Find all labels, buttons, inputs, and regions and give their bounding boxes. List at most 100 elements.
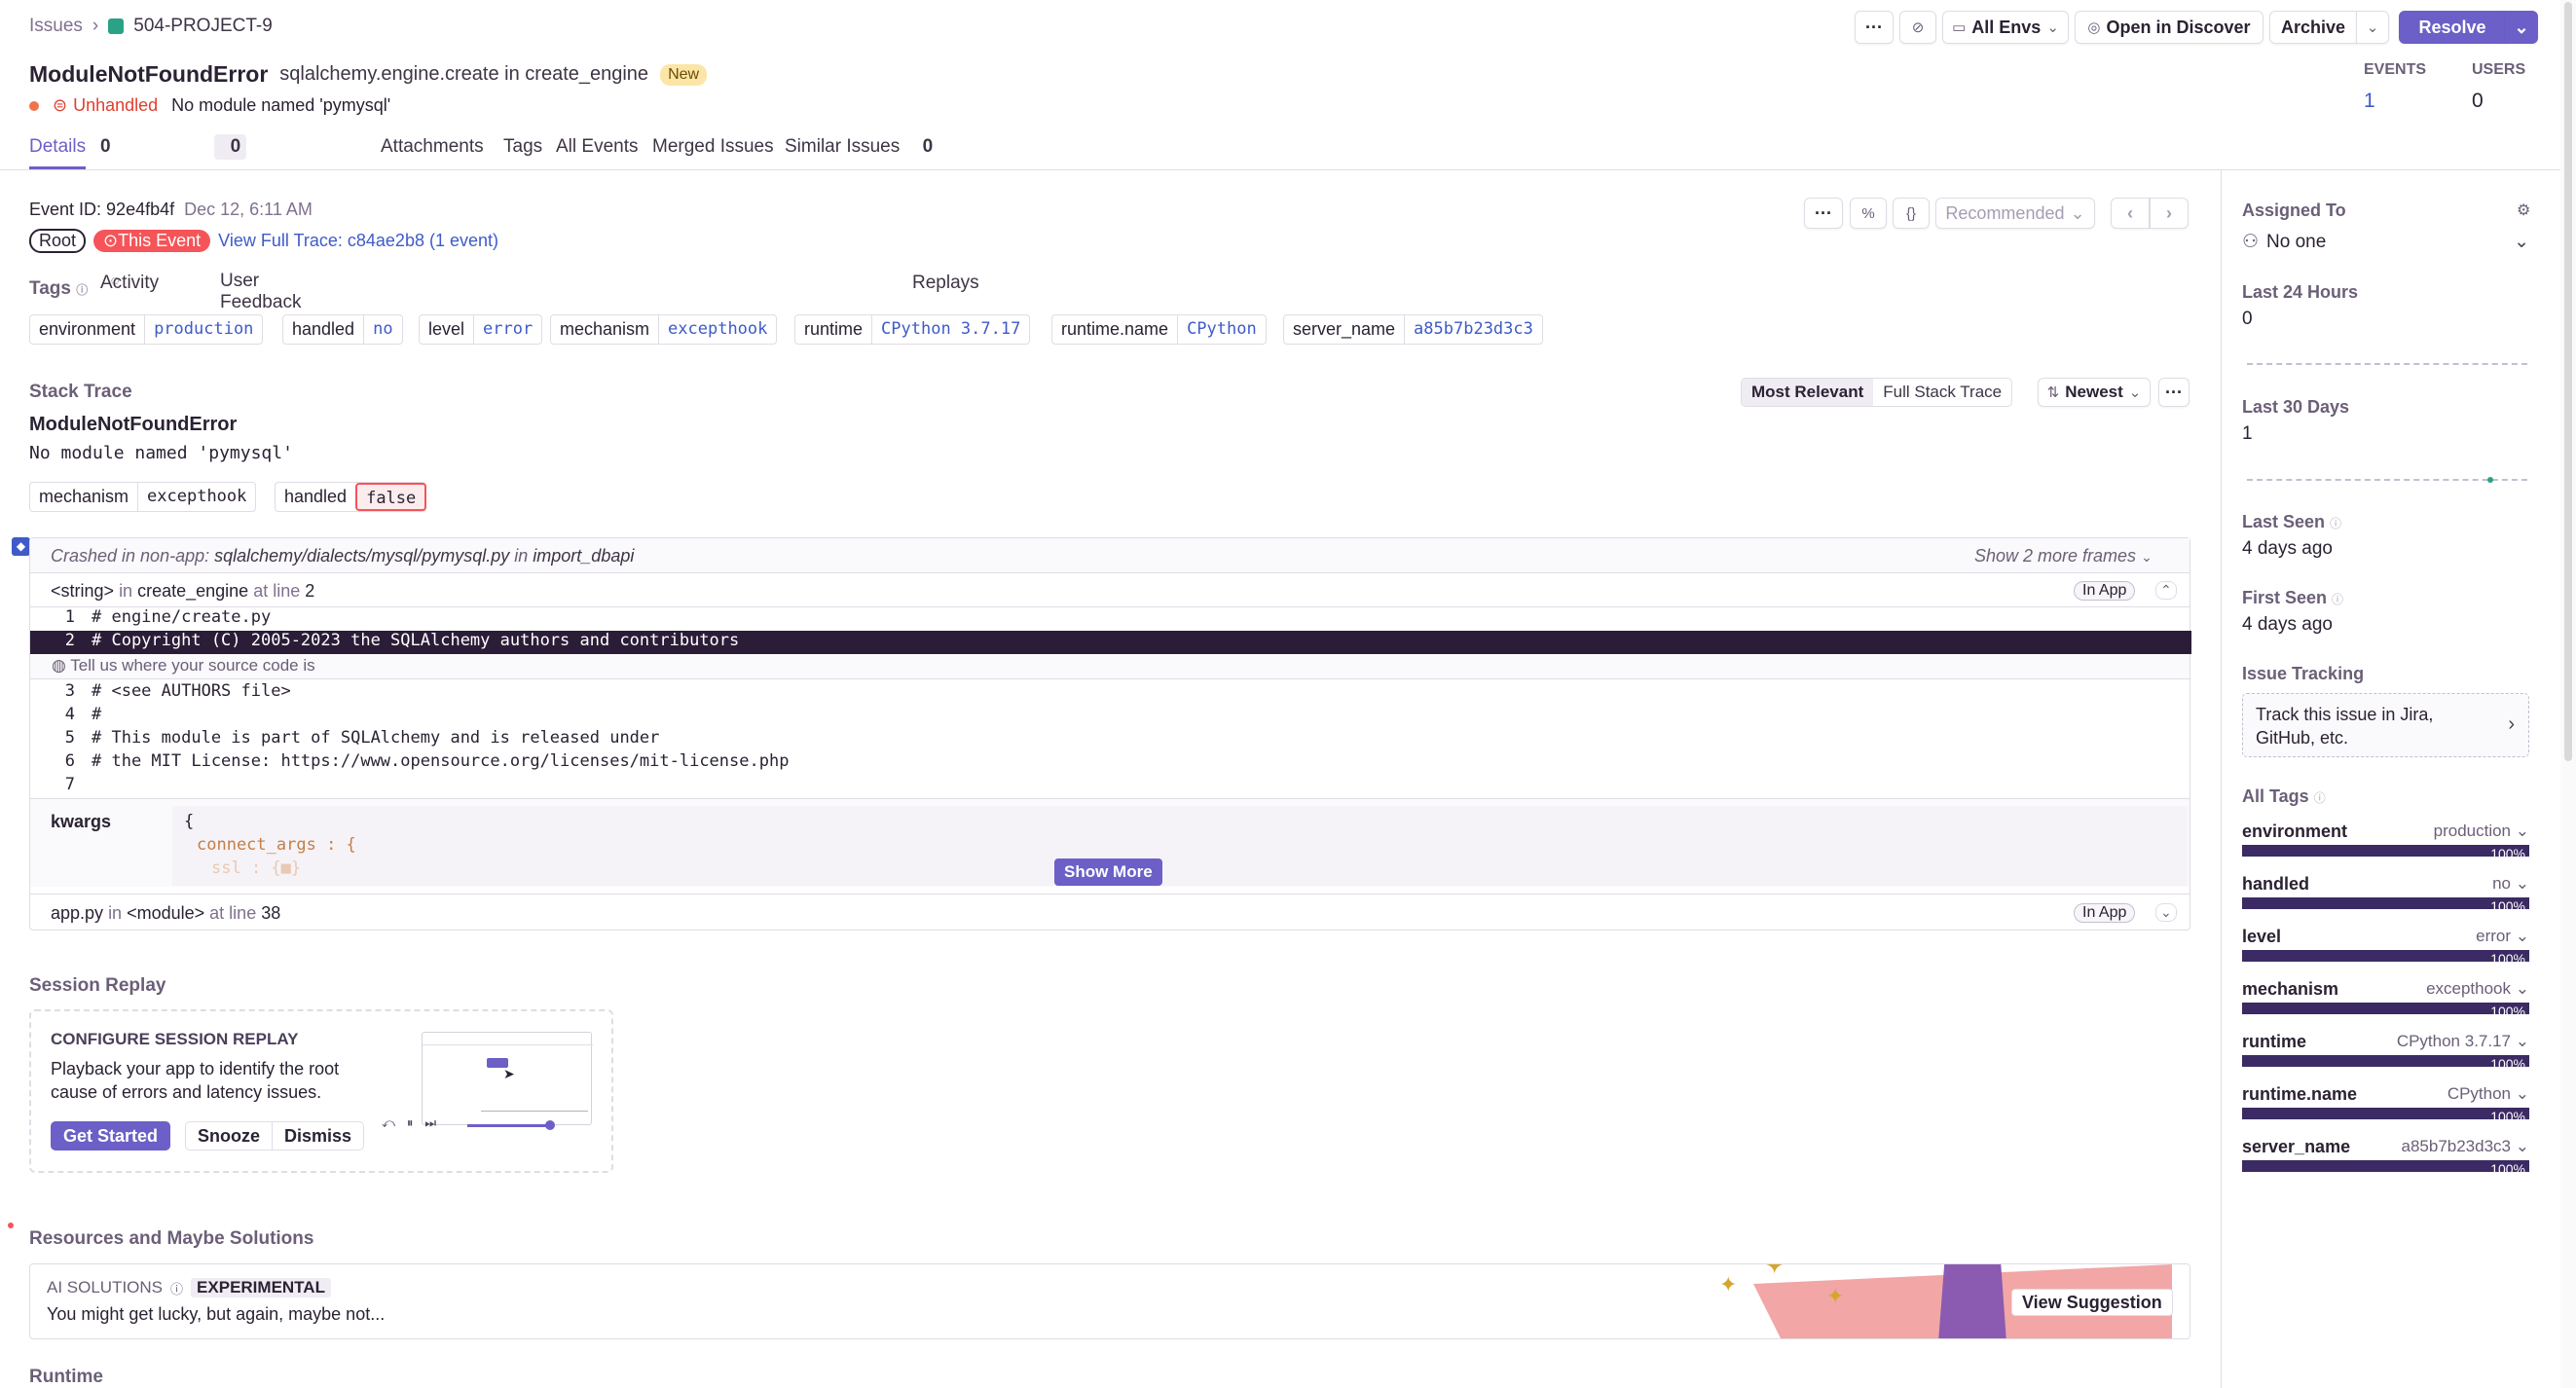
code-line-highlighted: 2 # Copyright (C) 2005-2023 the SQLAlchem…: [30, 631, 2191, 654]
tag-pill[interactable]: runtime.name CPython: [1051, 314, 1267, 345]
tag-value[interactable]: a85b7b23d3c3: [1405, 315, 1542, 344]
show-more-button[interactable]: Show More: [1054, 858, 1162, 886]
tab-activity[interactable]: Activity 0 ◌: [100, 136, 159, 293]
tag-pill[interactable]: server_name a85b7b23d3c3: [1283, 314, 1543, 345]
tag-value[interactable]: CPython: [1178, 315, 1266, 344]
tab-tags[interactable]: Tags: [503, 136, 542, 158]
github-icon: ◍: [52, 656, 66, 675]
last-30d-value: 1: [2242, 423, 2253, 444]
stack-options-button[interactable]: ···: [2158, 378, 2190, 407]
resolve-dropdown-button[interactable]: ⌄: [2505, 11, 2538, 44]
recommended-selector[interactable]: Recommended ⌄: [1935, 198, 2095, 229]
tag-value[interactable]: error: [474, 315, 541, 344]
tab-attachments[interactable]: Attachments: [381, 136, 484, 158]
tag-key: mechanism: [551, 315, 660, 344]
tag-value[interactable]: CPython 3.7.17: [872, 315, 1029, 344]
dismiss-button[interactable]: Dismiss: [272, 1121, 365, 1151]
track-issue-button[interactable]: Track this issue in Jira, GitHub, etc. ›: [2242, 693, 2529, 757]
frame-header[interactable]: <string> in create_engine at line 2: [51, 581, 314, 602]
project-icon: [108, 18, 125, 34]
scrollbar-thumb[interactable]: [2564, 2, 2572, 761]
unhandled-label: Unhandled: [73, 95, 159, 115]
exception-type: ModuleNotFoundError: [29, 414, 238, 435]
tag-value[interactable]: production: [145, 315, 262, 344]
tag-distribution-row[interactable]: handled no ⌄ 100%: [2242, 874, 2529, 923]
sidebar-divider: [2221, 170, 2222, 1388]
breadcrumb-issues[interactable]: Issues: [29, 16, 83, 37]
tag-pill[interactable]: runtime CPython 3.7.17: [794, 314, 1031, 345]
env-selector[interactable]: ▭ All Envs ⌄: [1942, 11, 2069, 44]
tag-top-value: a85b7b23d3c3 ⌄: [2402, 1137, 2530, 1156]
gear-icon[interactable]: ⚙: [2517, 201, 2530, 220]
archive-button[interactable]: Archive: [2269, 11, 2357, 44]
tab-replays[interactable]: Replays 0: [912, 136, 979, 293]
tag-pill[interactable]: environment production: [29, 314, 264, 345]
code-line: 7: [30, 775, 2191, 798]
last-seen-value: 4 days ago: [2242, 538, 2333, 559]
open-in-discover-button[interactable]: ◎ Open in Discover: [2075, 11, 2263, 44]
tab-similar-issues[interactable]: Similar Issues: [785, 136, 900, 158]
tag-distribution-row[interactable]: runtime.name CPython ⌄ 100%: [2242, 1084, 2529, 1133]
tag-distribution-row[interactable]: mechanism excepthook ⌄ 100%: [2242, 979, 2529, 1028]
json-button[interactable]: {}: [1893, 198, 1930, 229]
tag-top-value-text: error: [2476, 927, 2512, 945]
replay-preview-illustration: ➤: [422, 1032, 593, 1125]
full-stack-toggle[interactable]: Full Stack Trace: [1873, 379, 2011, 406]
tag-value[interactable]: no: [364, 315, 401, 344]
mute-button[interactable]: ⊘: [1899, 11, 1936, 44]
track-issue-text: Track this issue in Jira, GitHub, etc.: [2256, 705, 2434, 748]
tag-top-value: CPython 3.7.17 ⌄: [2397, 1032, 2529, 1051]
tag-pill[interactable]: mechanism excepthook: [550, 314, 778, 345]
most-relevant-toggle[interactable]: Most Relevant: [1742, 379, 1874, 406]
illustration-line-2: [481, 1111, 588, 1112]
more-actions-button[interactable]: ···: [1855, 11, 1894, 44]
tag-pill[interactable]: handled no: [282, 314, 403, 345]
assignee-selector[interactable]: ⚇ No one ⌄: [2242, 231, 2529, 253]
tag-distribution-row[interactable]: environment production ⌄ 100%: [2242, 822, 2529, 870]
tag-distribution-row[interactable]: level error ⌄ 100%: [2242, 927, 2529, 975]
issue-message: No module named 'pymysql': [171, 95, 391, 115]
var-key2-text: ssl: [211, 858, 241, 878]
mechanism-pill: mechanism excepthook: [29, 482, 257, 512]
view-full-trace-link[interactable]: View Full Trace: c84ae2b8 (1 event): [218, 231, 498, 251]
tab-all-events[interactable]: All Events: [556, 136, 638, 158]
tag-distribution-row[interactable]: server_name a85b7b23d3c3 ⌄ 100%: [2242, 1137, 2529, 1186]
next-event-button[interactable]: ›: [2150, 198, 2189, 229]
tag-distribution-row[interactable]: runtime CPython 3.7.17 ⌄ 100%: [2242, 1032, 2529, 1080]
expand-frame-icon[interactable]: ⌄: [2155, 903, 2177, 922]
events-count[interactable]: 1: [2364, 90, 2375, 113]
tag-value[interactable]: excepthook: [659, 315, 776, 344]
tag-percent: 100%: [2490, 1161, 2525, 1177]
view-suggestion-button[interactable]: View Suggestion: [2011, 1289, 2173, 1316]
tab-details[interactable]: Details: [29, 136, 86, 158]
previous-event-button[interactable]: ‹: [2111, 198, 2150, 229]
all-tags-text: All Tags: [2242, 786, 2309, 806]
code-line: 4 #: [30, 705, 2191, 728]
frame2-header[interactable]: app.py in <module> at line 38: [51, 903, 280, 924]
get-started-button[interactable]: Get Started: [51, 1121, 171, 1151]
last-30d-label: Last 30 Days: [2242, 397, 2350, 417]
breadcrumb-project[interactable]: 504-PROJECT-9: [133, 16, 273, 37]
resolve-button[interactable]: Resolve: [2399, 11, 2506, 44]
source-code-hint[interactable]: ◍ Tell us where your source code is: [30, 654, 2190, 679]
tag-pill[interactable]: level error: [419, 314, 543, 345]
handled-key: handled: [284, 487, 348, 506]
show-more-frames-button[interactable]: Show 2 more frames ⌄: [1974, 546, 2153, 566]
collapse-frame-icon[interactable]: ⌃: [2155, 581, 2177, 600]
tag-top-value: production ⌄: [2434, 822, 2529, 841]
frame-function: create_engine: [137, 581, 249, 601]
event-more-button[interactable]: ···: [1804, 198, 1843, 229]
suspect-commit-icon[interactable]: ◆: [12, 537, 30, 556]
chevron-down-icon: ⌄: [2515, 822, 2529, 840]
sort-selector[interactable]: ⇅ Newest ⌄: [2038, 378, 2151, 407]
chevron-down-icon: ⌄: [2128, 384, 2142, 401]
tab-user-feedback[interactable]: User Feedback 0: [214, 134, 301, 312]
tab-merged-issues[interactable]: Merged Issues: [652, 136, 774, 158]
pause-icon: ⏸: [406, 1115, 414, 1130]
info-icon: ⓘ: [2330, 517, 2342, 530]
tag-key: server_name: [1284, 315, 1406, 344]
snooze-button[interactable]: Snooze: [185, 1121, 274, 1151]
copy-link-button[interactable]: %: [1850, 198, 1887, 229]
archive-dropdown-button[interactable]: ⌄: [2356, 11, 2389, 44]
event-id[interactable]: 92e4fb4f: [106, 200, 174, 219]
